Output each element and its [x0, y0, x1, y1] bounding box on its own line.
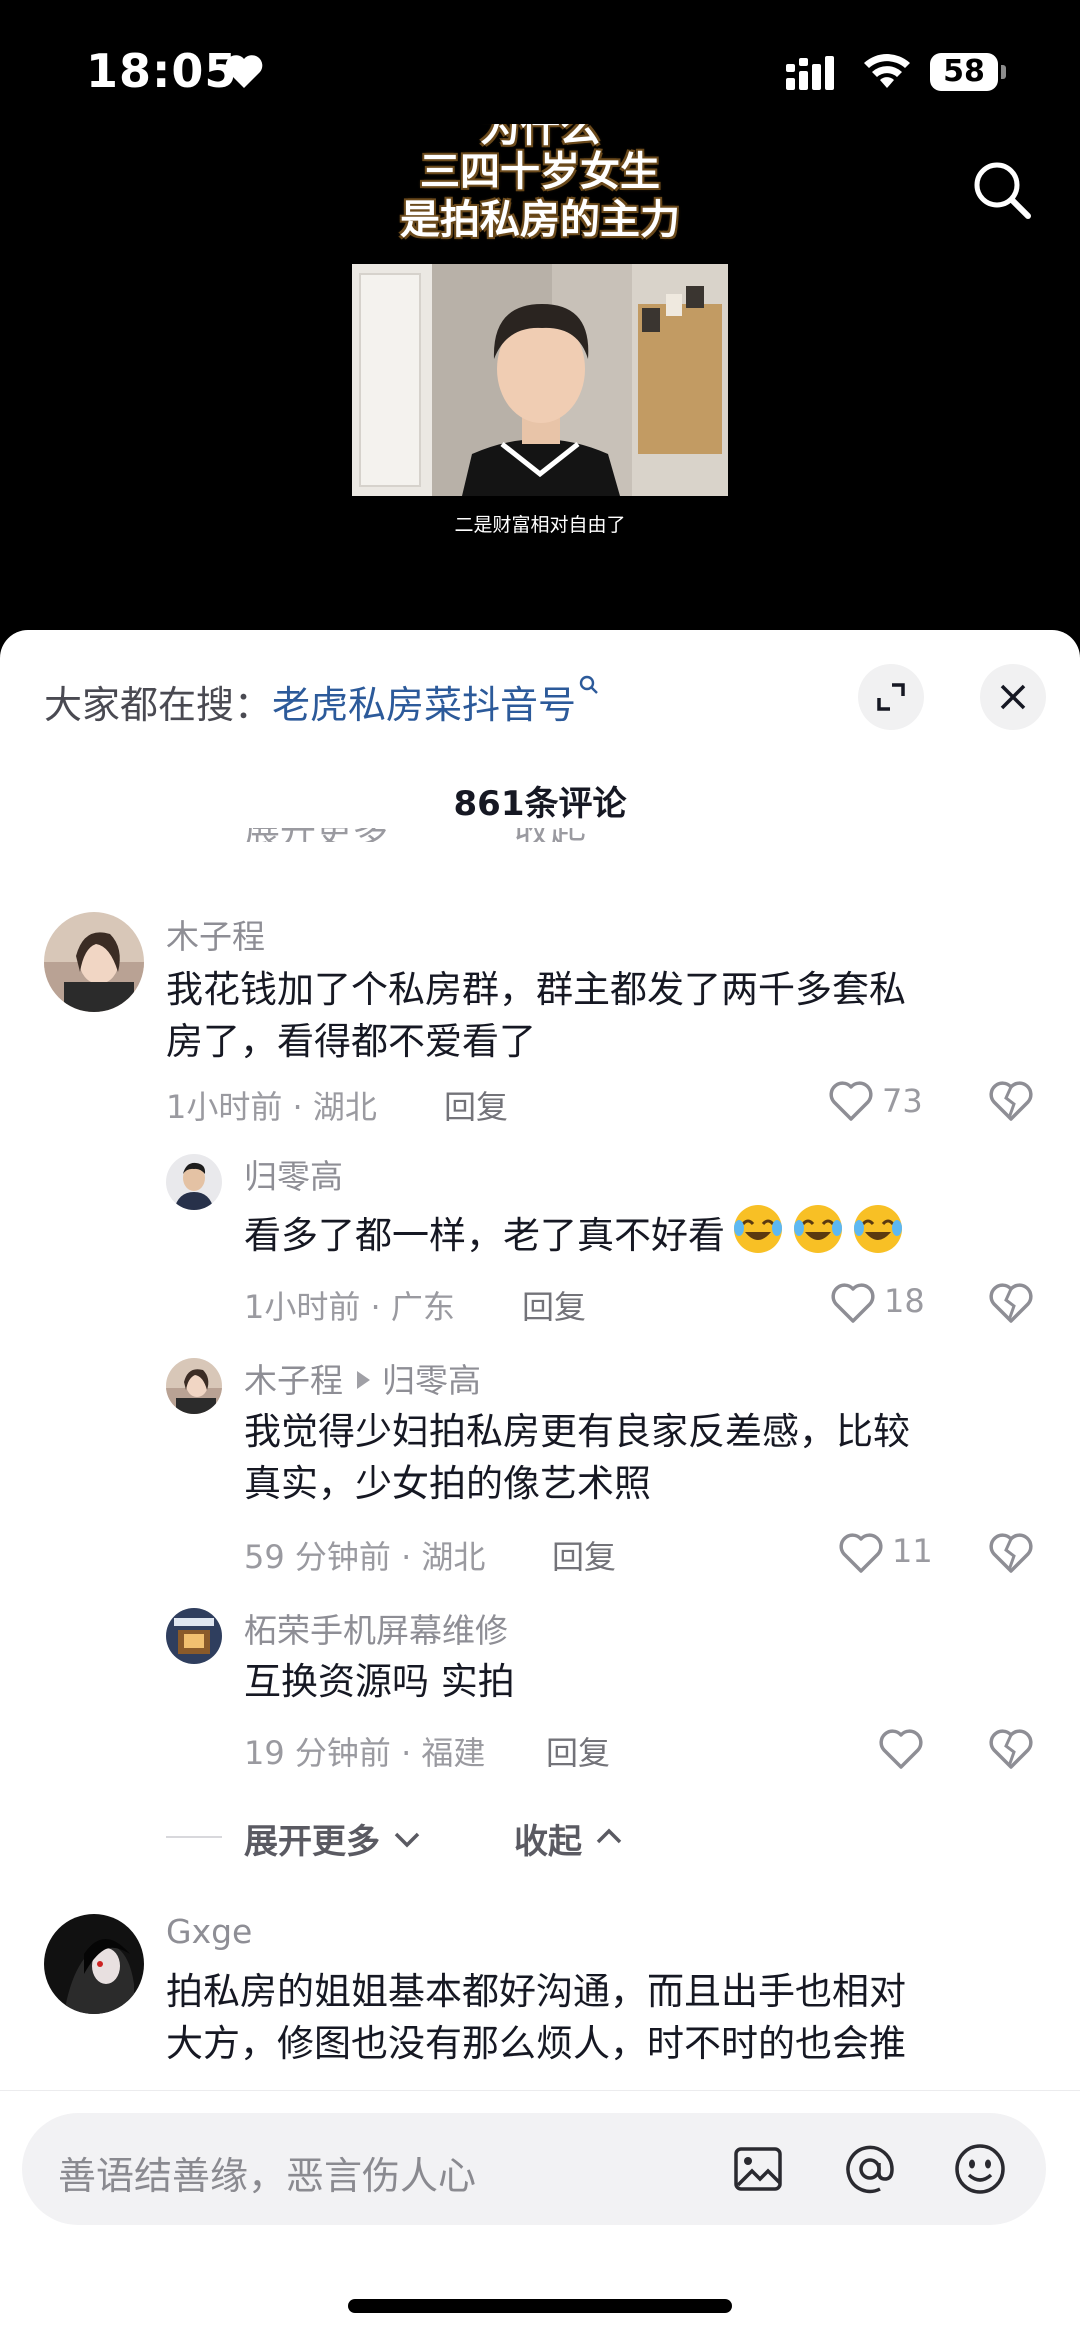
laughing-crying-emoji-icon: [734, 1205, 782, 1253]
broken-heart-icon[interactable]: [988, 1728, 1034, 1770]
chevron-up-icon: [596, 1828, 622, 1844]
like-count: 18: [884, 1282, 925, 1320]
video-title-line0: 为什么: [480, 124, 600, 148]
video-frame-image: [352, 264, 728, 496]
comment-meta: 1小时前 · 湖北: [166, 1088, 377, 1126]
battery-indicator: 58: [930, 53, 1006, 91]
expand-icon: [877, 683, 905, 711]
ghost-collapse-text: 收起: [514, 828, 586, 842]
comment-input[interactable]: 善语结善缘，恶言伤人心: [22, 2113, 1046, 2225]
reply-button[interactable]: 回复: [552, 1532, 616, 1578]
like-count: 11: [892, 1532, 933, 1570]
video-player[interactable]: [352, 264, 728, 496]
reply-arrow-icon: [357, 1371, 370, 1389]
comment-username[interactable]: 木子程: [166, 910, 265, 958]
video-title: 为什么 三四十岁女生 是拍私房的主力: [300, 124, 780, 244]
laughing-crying-emoji-icon: [854, 1205, 902, 1253]
heart-icon[interactable]: [878, 1728, 924, 1770]
comment-text: 我花钱加了个私房群，群主都发了两千多套私 房了，看得都不爱看了: [166, 968, 906, 1063]
chevron-down-icon: [394, 1832, 420, 1848]
comment-meta: 59 分钟前 · 湖北: [244, 1538, 486, 1576]
reply-button[interactable]: 回复: [522, 1282, 586, 1328]
reply-author[interactable]: 木子程: [244, 1361, 343, 1400]
comment-username[interactable]: Gxge: [166, 1912, 252, 1951]
hot-search-prefix: 大家都在搜：: [44, 683, 273, 727]
comment-input-placeholder: 善语结善缘，恶言伤人心: [58, 2154, 477, 2198]
cellular-signal-icon: [786, 56, 834, 90]
comment-count: 861条评论: [453, 784, 627, 824]
image-icon[interactable]: [728, 2139, 788, 2199]
broken-heart-icon[interactable]: [988, 1532, 1034, 1574]
broken-heart-icon[interactable]: [988, 1282, 1034, 1324]
heart-icon[interactable]: [828, 1080, 874, 1122]
heart-icon[interactable]: [830, 1282, 876, 1324]
heart-status-icon: [225, 55, 263, 88]
avatar[interactable]: [166, 1608, 222, 1664]
comment-username[interactable]: 归零高: [244, 1150, 343, 1198]
like-count: 73: [882, 1082, 923, 1120]
expand-more-button[interactable]: 展开更多: [244, 1814, 380, 1863]
battery-level: 58: [943, 54, 985, 89]
status-bar: 18:05 58: [0, 0, 1080, 140]
emoji-icon[interactable]: [950, 2139, 1010, 2199]
ghost-expand-text: 展开更多: [244, 828, 388, 842]
avatar[interactable]: [44, 912, 144, 1012]
avatar[interactable]: [166, 1154, 222, 1210]
close-icon: [1000, 684, 1026, 710]
hot-search-keyword[interactable]: 老虎私房菜抖音号: [272, 683, 576, 727]
hot-search-bar[interactable]: 大家都在搜：老虎私房菜抖音号: [44, 674, 600, 729]
video-subtitle: 二是财富相对自由了: [454, 514, 626, 536]
reply-button[interactable]: 回复: [444, 1082, 508, 1128]
reply-button[interactable]: 回复: [546, 1728, 610, 1774]
comment-username: 木子程 归零高: [244, 1354, 481, 1402]
mini-search-icon: [579, 675, 598, 694]
avatar[interactable]: [166, 1358, 222, 1414]
replies-toggle-row: 展开更多 收起: [0, 1806, 1080, 1866]
mention-icon[interactable]: [840, 2139, 900, 2199]
heart-icon[interactable]: [838, 1532, 884, 1574]
wifi-icon: [864, 54, 910, 88]
divider: [166, 1836, 222, 1838]
comment-text: 我觉得少妇拍私房更有良家反差感，比较 真实，少女拍的像艺术照: [244, 1410, 910, 1505]
video-title-line1: 三四十岁女生: [420, 149, 660, 195]
avatar[interactable]: [44, 1914, 144, 2014]
reply-target[interactable]: 归零高: [382, 1361, 481, 1400]
search-icon[interactable]: [970, 158, 1034, 222]
comment-meta: 19 分钟前 · 福建: [244, 1734, 486, 1772]
comment-sheet: 大家都在搜：老虎私房菜抖音号 861条评论 展开更多 收起 木子程 我花钱加了个…: [0, 630, 1080, 2337]
comment-meta: 1小时前 · 广东: [244, 1288, 455, 1326]
expand-button[interactable]: [858, 664, 924, 730]
broken-heart-icon[interactable]: [988, 1080, 1034, 1122]
comment-text: 互换资源吗 实拍: [244, 1660, 515, 1703]
comment-username[interactable]: 柘荣手机屏幕维修: [244, 1604, 508, 1652]
home-indicator[interactable]: [348, 2299, 732, 2313]
status-time: 18:05: [86, 44, 238, 98]
video-title-line2: 是拍私房的主力: [400, 197, 680, 243]
comment-text: 拍私房的姐姐基本都好沟通，而且出手也相对 大方，修图也没有那么烦人，时不时的也会…: [166, 1970, 906, 2065]
close-button[interactable]: [980, 664, 1046, 730]
laughing-crying-emoji-icon: [794, 1205, 842, 1253]
comment-text: 看多了都一样，老了真不好看: [244, 1202, 1044, 1262]
collapse-button[interactable]: 收起: [514, 1814, 582, 1863]
